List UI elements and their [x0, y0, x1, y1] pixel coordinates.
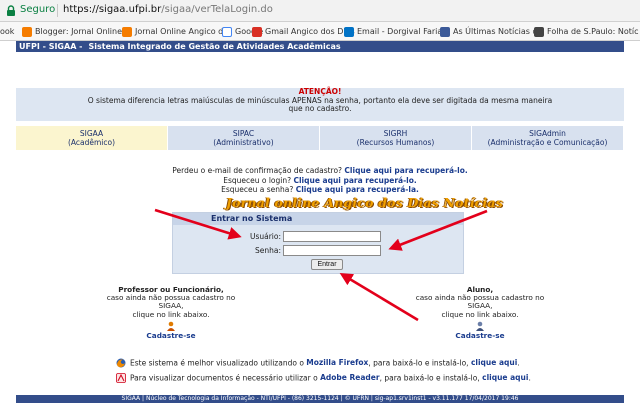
bookmark-label: Blogger: Jornal Online	[35, 27, 123, 36]
bookmark-item[interactable]: ook	[0, 26, 14, 38]
news-icon	[440, 27, 450, 37]
case-sensitivity-warning: ATENÇÃO! O sistema diferencia letras mai…	[16, 87, 624, 121]
adobe-reader-link[interactable]: Adobe Reader	[320, 373, 379, 382]
adobe-period: .	[528, 373, 531, 383]
login-button[interactable]: Entrar	[311, 259, 343, 270]
professor-line-2: clique no link abaixo.	[132, 309, 210, 319]
tab-name: SIGAdmin	[529, 129, 566, 138]
professor-register-link[interactable]: Cadastre-se	[146, 331, 195, 340]
bookmark-label: As Últimas Notícias do	[453, 27, 543, 36]
password-label: Senha:	[254, 246, 281, 255]
brand-title: UFPI - SIGAA -	[19, 42, 83, 51]
bookmark-label: ook	[0, 27, 15, 36]
sigaa-header: UFPI - SIGAA - Sistema Integrado de Gestã…	[16, 41, 624, 52]
tab-name: SIGRH	[383, 129, 408, 138]
tab-sigadmin[interactable]: SIGAdmin (Administração e Comunicação)	[472, 126, 624, 150]
tab-desc: (Administrativo)	[213, 138, 274, 147]
system-tabs: SIGAA (Acadêmico) SIPAC (Administrativo)…	[16, 126, 624, 150]
login-title: Entrar no Sistema	[173, 213, 463, 225]
tab-name: SIGAA	[79, 129, 104, 138]
tab-desc: (Recursos Humanos)	[356, 138, 435, 147]
adobe-mid: , para baixá-lo e instalá-lo,	[379, 373, 480, 383]
page-footer: SIGAA | Núcleo de Tecnologia da Informaç…	[16, 395, 624, 403]
firefox-text: Este sistema é melhor visualizado utiliz…	[130, 358, 304, 368]
recovery-text: Esqueceu o login?	[223, 175, 292, 185]
recovery-line-password: Esqueceu a senha? Clique aqui para recup…	[0, 185, 640, 195]
adobe-reader-icon	[116, 373, 126, 383]
firefox-link[interactable]: Mozilla Firefox	[306, 358, 368, 367]
address-bar[interactable]: Seguro https://sigaa.ufpi.br/sigaa/verTe…	[0, 0, 640, 22]
student-icon	[476, 321, 484, 331]
username-input[interactable]	[283, 231, 381, 242]
tab-desc: (Administração e Comunicação)	[487, 138, 608, 147]
url-host: https://sigaa.ufpi.br	[63, 4, 162, 15]
student-line-2: clique no link abaixo.	[441, 309, 519, 319]
bookmark-label: Folha de S.Paulo: Notíc	[547, 27, 639, 36]
recover-email-link[interactable]: Clique aqui para recuperá-lo.	[344, 166, 467, 175]
bookmark-item[interactable]: Folha de S.Paulo: Notíc	[534, 26, 639, 38]
warning-line-2: que no cadastro.	[288, 104, 352, 113]
firefox-mid: , para baixá-lo e instalá-lo,	[368, 358, 469, 368]
recovery-text: Perdeu o e-mail de confirmação de cadast…	[172, 166, 343, 175]
tab-sigaa[interactable]: SIGAA (Acadêmico)	[16, 126, 168, 150]
recover-login-link[interactable]: Clique aqui para recuperá-lo.	[293, 176, 416, 185]
adobe-download-link[interactable]: clique aqui	[482, 373, 528, 382]
recovery-text: Esqueceu a senha?	[221, 185, 294, 194]
url-text[interactable]: https://sigaa.ufpi.br/sigaa/verTelaLogin…	[63, 4, 273, 15]
bookmark-label: Jornal Online Angico d	[135, 27, 224, 36]
header-spacer	[16, 52, 624, 88]
google-icon	[222, 27, 232, 37]
professor-icon	[167, 321, 175, 331]
bookmark-label: Email - Dorgival Farias	[357, 27, 447, 36]
gmail-icon	[252, 27, 262, 37]
bookmark-item[interactable]: Blogger: Jornal Online	[22, 26, 122, 38]
bookmark-item[interactable]: Jornal Online Angico d	[122, 26, 223, 38]
bookmarks-bar: ook Blogger: Jornal Online Jornal Online…	[0, 22, 640, 41]
tab-name: SIPAC	[232, 129, 255, 138]
bookmark-item[interactable]: Gmail Angico dos Dias	[252, 26, 355, 38]
tab-desc: (Acadêmico)	[67, 138, 116, 147]
bookmark-label: Gmail Angico dos Dias	[265, 27, 355, 36]
folha-icon	[534, 27, 544, 37]
firefox-icon	[116, 358, 126, 368]
recovery-links: Perdeu o e-mail de confirmação de cadast…	[0, 166, 640, 195]
firefox-info: Este sistema é melhor visualizado utiliz…	[116, 358, 520, 368]
recover-password-link[interactable]: Clique aqui para recuperá-la.	[296, 185, 419, 194]
bookmark-item[interactable]: As Últimas Notícias do	[440, 26, 542, 38]
bookmark-item[interactable]: Email - Dorgival Farias	[344, 26, 446, 38]
blogger-icon	[122, 27, 132, 37]
recovery-line-email: Perdeu o e-mail de confirmação de cadast…	[0, 166, 640, 176]
professor-line-1: caso ainda não possua cadastro no SIGAA,	[106, 293, 236, 311]
username-label: Usuário:	[249, 232, 281, 241]
tab-sigrh[interactable]: SIGRH (Recursos Humanos)	[320, 126, 472, 150]
adobe-info: Para visualizar documentos é necessário …	[116, 373, 531, 383]
blogger-icon	[22, 27, 32, 37]
outlook-icon	[344, 27, 354, 37]
url-path: /sigaa/verTelaLogin.do	[161, 4, 273, 15]
secure-label: Seguro	[20, 4, 56, 15]
brand-subtitle: Sistema Integrado de Gestão de Atividade…	[88, 42, 341, 51]
student-register-link[interactable]: Cadastre-se	[455, 331, 504, 340]
divider	[57, 4, 58, 17]
login-form: Entrar no Sistema Usuário: Senha: Entrar	[172, 212, 464, 274]
tab-sipac[interactable]: SIPAC (Administrativo)	[168, 126, 320, 150]
firefox-period: .	[517, 358, 520, 368]
firefox-download-link[interactable]: clique aqui	[471, 358, 517, 367]
watermark-text: Jornal online Angico dos Dias Notícias	[226, 195, 503, 210]
lock-icon	[7, 5, 15, 16]
student-register-block: Aluno, caso ainda não possua cadastro no…	[405, 285, 555, 340]
student-line-1: caso ainda não possua cadastro no SIGAA,	[415, 293, 545, 311]
professor-register-block: Professor ou Funcionário, caso ainda não…	[96, 285, 246, 340]
adobe-text: Para visualizar documentos é necessário …	[130, 373, 318, 383]
password-input[interactable]	[283, 245, 381, 256]
recovery-line-login: Esqueceu o login? Clique aqui para recup…	[0, 176, 640, 186]
